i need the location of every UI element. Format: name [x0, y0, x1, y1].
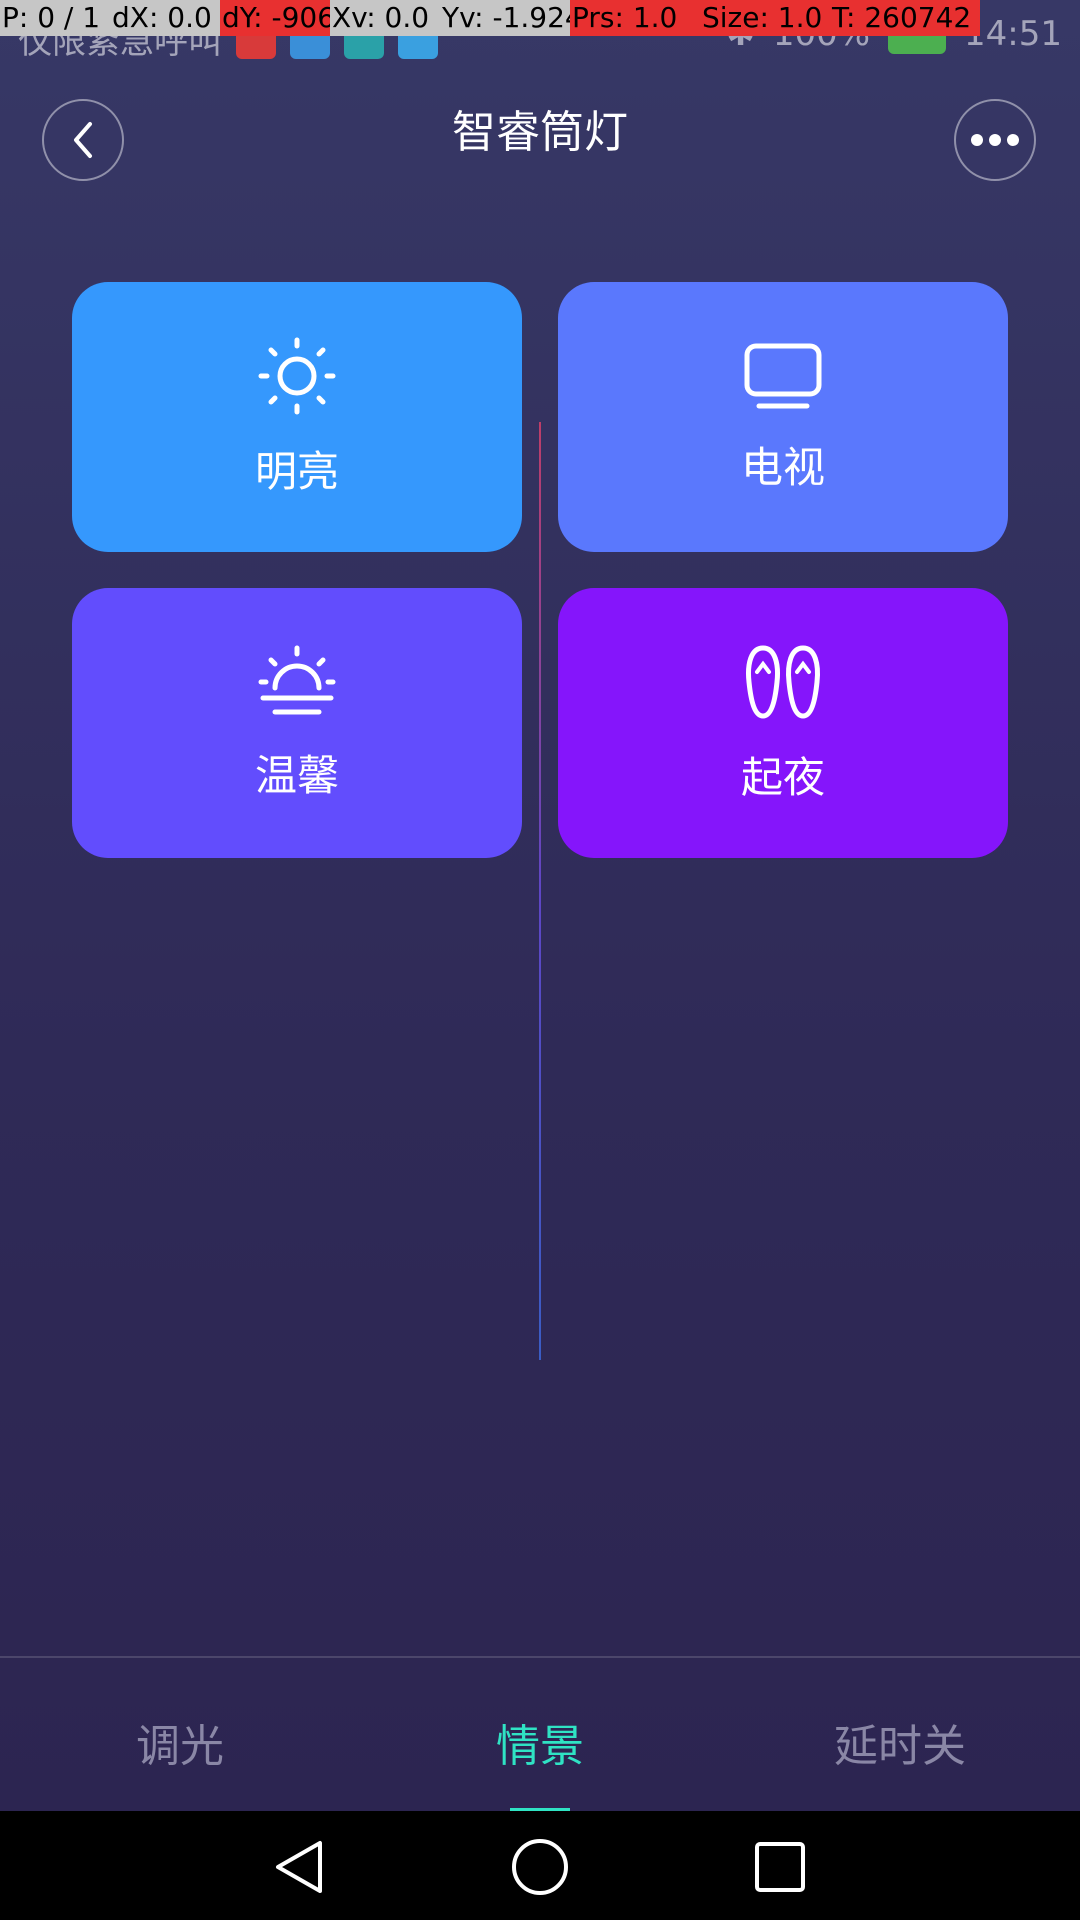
debug-xv: Xv: 0.0: [330, 0, 440, 36]
scene-label: 明亮: [254, 446, 339, 496]
nav-back-icon[interactable]: [270, 1837, 330, 1897]
debug-time: T: 260742: [830, 0, 980, 36]
scene-bright-button[interactable]: 明亮: [72, 282, 522, 552]
debug-pressure: Prs: 1.0: [570, 0, 700, 36]
scene-label: 温馨: [254, 750, 339, 800]
scene-label: 电视: [740, 442, 825, 492]
nav-recents-icon[interactable]: [750, 1837, 810, 1897]
tab-scene[interactable]: 情景: [390, 1710, 690, 1774]
tab-dimmer[interactable]: 调光: [30, 1710, 330, 1774]
touch-trace-line: [539, 422, 541, 1360]
scene-cozy-button[interactable]: 温馨: [72, 588, 522, 858]
nav-home-icon[interactable]: [510, 1837, 570, 1897]
debug-pointer-count: P: 0 / 1: [0, 0, 110, 36]
scene-night-button[interactable]: 起夜: [558, 588, 1008, 858]
more-icon: [971, 134, 1019, 146]
tab-delay-off[interactable]: 延时关: [750, 1710, 1050, 1774]
pointer-location-overlay: P: 0 / 1 dX: 0.0 dY: -906.0 Xv: 0.0 Yv: …: [0, 0, 1080, 36]
debug-dy: dY: -906.0: [220, 0, 330, 36]
more-options-button[interactable]: [954, 99, 1036, 181]
debug-dx: dX: 0.0: [110, 0, 220, 36]
slippers-icon: [746, 644, 820, 719]
debug-yv: Yv: -1.924: [440, 0, 570, 36]
scene-tv-button[interactable]: 电视: [558, 282, 1008, 552]
debug-size: Size: 1.0: [700, 0, 830, 36]
page-title: 智睿筒灯: [452, 107, 628, 158]
sun-icon: [258, 337, 336, 414]
tv-icon: [744, 343, 822, 408]
navigation-bar: [0, 1811, 1080, 1920]
scene-label: 起夜: [740, 752, 825, 802]
bottom-tab-bar: 调光 情景 延时关: [0, 1656, 1080, 1813]
sunrise-icon: [258, 645, 336, 714]
